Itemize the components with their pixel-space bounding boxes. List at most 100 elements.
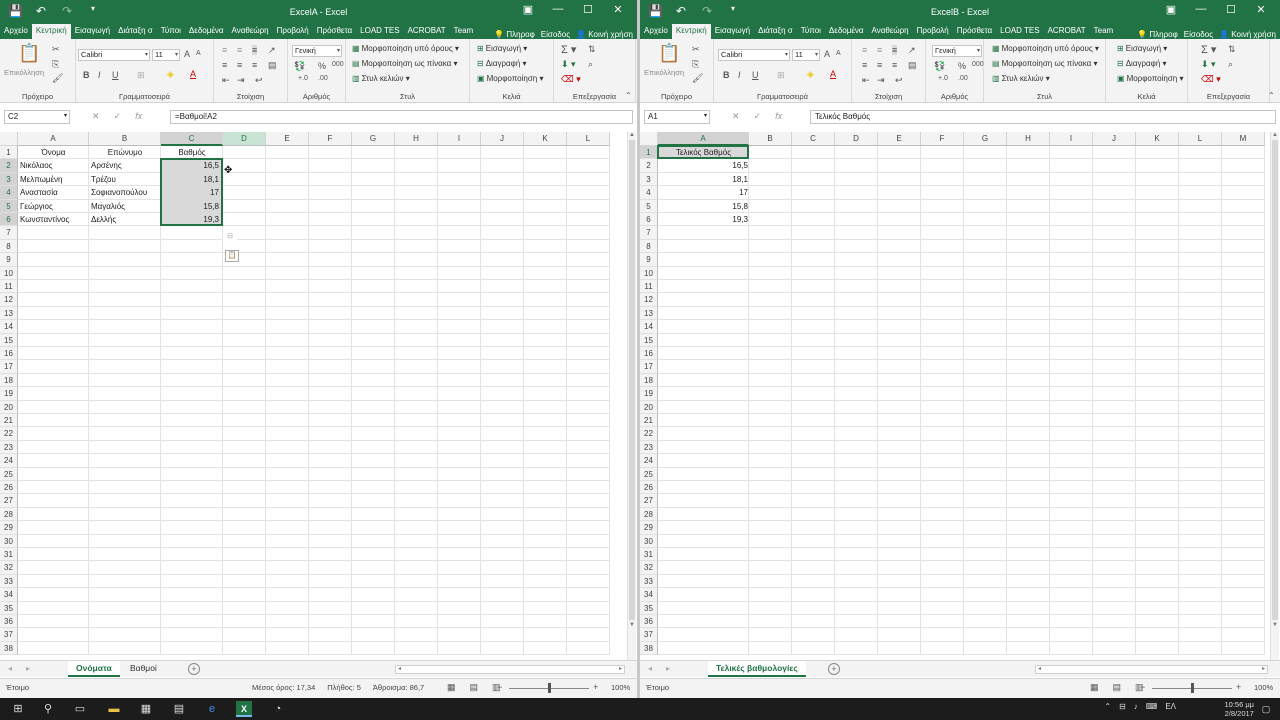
row-header-27[interactable]: 27 [0,494,18,508]
font-color-icon[interactable]: A [830,69,836,79]
zoom-out-icon[interactable]: − [1140,682,1145,692]
format-painter-icon[interactable]: 🖌 [692,73,703,84]
font-size-combo[interactable]: 11 ▾ [792,49,820,61]
align-left-icon[interactable]: ≡ [222,60,227,70]
tab-11[interactable]: Team [1090,24,1118,39]
accounting-icon[interactable]: 💱 [934,61,945,72]
horizontal-scrollbar[interactable]: ◂ ▸ [395,665,625,674]
collapse-ribbon-icon[interactable]: ⌃ [625,91,632,100]
tab-0[interactable]: Αρχείο [0,24,32,39]
row-header-21[interactable]: 21 [0,414,18,428]
sign-in-link[interactable]: Είσοδος [1184,30,1213,39]
row-header-35[interactable]: 35 [0,601,18,615]
align-top-icon[interactable]: ≡ [222,45,227,55]
format-as-table-button[interactable]: ▤ Μορφοποίηση ως πίνακα ▾ [352,59,457,68]
cell-A3[interactable]: Μελπωμένη [18,173,89,186]
cell-A1[interactable]: Τελικός Βαθμός [658,146,749,159]
format-as-table-button[interactable]: ▤ Μορφοποίηση ως πίνακα ▾ [992,59,1097,68]
tell-me-box[interactable]: 💡 Πληροφ [1137,30,1178,39]
zoom-in-icon[interactable]: + [593,682,598,692]
row-header-26[interactable]: 26 [640,481,658,495]
row-header-2[interactable]: 2 [640,159,658,173]
row-header-33[interactable]: 33 [0,574,18,589]
row-header-37[interactable]: 37 [640,628,658,642]
volume-icon[interactable]: ♪ [1134,702,1138,711]
row-header-23[interactable]: 23 [640,440,658,455]
zoom-level[interactable]: 100% [1254,683,1273,692]
cell-A4[interactable]: 17 [658,186,749,199]
scroll-down-icon[interactable]: ▼ [628,622,636,628]
merge-icon[interactable]: ▤ [268,60,277,71]
insert-function-icon[interactable]: fx [135,111,142,122]
next-sheet-icon[interactable]: ▸ [26,664,30,673]
edge-icon[interactable]: e [204,701,220,717]
row-header-29[interactable]: 29 [0,521,18,535]
normal-view-icon[interactable]: ▦ [447,682,456,693]
row-header-3[interactable]: 3 [0,172,18,187]
store-icon[interactable]: ▦ [138,701,154,717]
column-header-F[interactable]: F [309,132,352,146]
increase-decimal-icon[interactable]: +.0 [938,75,948,82]
format-cells-button[interactable]: ▣ Μορφοποίηση ▾ [477,74,543,83]
italic-icon[interactable]: I [738,70,741,80]
tab-5[interactable]: Δεδομένα [185,24,228,39]
horizontal-scrollbar[interactable]: ◂ ▸ [1035,665,1268,674]
share-button[interactable]: 👤 Κοινή χρήση [1219,30,1276,39]
cell-B5[interactable]: Μαγαλιός [89,200,161,213]
paste-button[interactable]: Επικόλληση [644,68,684,77]
number-format-combo[interactable]: Γενική ▾ [292,45,342,57]
row-header-6[interactable]: 6 [640,213,658,227]
row-header-28[interactable]: 28 [0,507,18,522]
number-format-combo[interactable]: Γενική ▾ [932,45,982,57]
orientation-icon[interactable]: ↗ [908,45,916,56]
decrease-indent-icon[interactable]: ⇤ [862,75,870,86]
shrink-font-icon[interactable]: A [196,50,201,57]
column-header-L[interactable]: L [567,132,610,146]
page-layout-icon[interactable]: ▤ [1113,682,1122,693]
scroll-right-icon[interactable]: ▸ [1262,665,1265,672]
column-header-L[interactable]: L [1179,132,1222,146]
wrap-text-icon[interactable]: ↩ [255,75,263,86]
notification-icon[interactable]: ▢ [1258,701,1274,717]
cell-styles-button[interactable]: ▥ Στυλ κελιών ▾ [352,74,410,83]
align-left-icon[interactable]: ≡ [862,60,867,70]
row-header-15[interactable]: 15 [640,333,658,347]
insert-cells-button[interactable]: ⊞ Εισαγωγή ▾ [1117,44,1167,53]
row-header-25[interactable]: 25 [0,467,18,481]
font-color-icon[interactable]: A [190,69,196,79]
increase-indent-icon[interactable]: ⇥ [237,75,245,86]
row-header-18[interactable]: 18 [640,373,658,388]
column-header-D[interactable]: D [223,132,266,146]
row-header-32[interactable]: 32 [0,561,18,575]
percent-icon[interactable]: % [958,61,966,71]
orientation-icon[interactable]: ↗ [268,45,276,56]
tab-11[interactable]: Team [450,24,478,39]
clock[interactable]: 10:56 μμ 2/8/2017 [1225,700,1255,718]
align-bottom-icon[interactable]: ≡ [892,45,898,55]
row-header-17[interactable]: 17 [640,360,658,374]
cut-icon[interactable]: ✂ [692,44,700,55]
scroll-up-icon[interactable]: ▲ [1271,132,1279,138]
column-header-I[interactable]: I [438,132,481,146]
cell-A4[interactable]: Αναστασία [18,186,89,199]
enter-icon[interactable]: ✓ [754,111,762,122]
app-icon[interactable]: ◔ [270,701,286,717]
row-header-13[interactable]: 13 [0,306,18,321]
row-header-1[interactable]: 1 [0,146,18,160]
sheet-tab-0[interactable]: Ονόματα [68,661,120,677]
paste-options-icon[interactable]: 📋 [225,250,239,262]
font-name-combo[interactable]: Calibri ▾ [78,49,150,61]
align-right-icon[interactable]: ≡ [892,60,897,70]
cell-B2[interactable]: Αρσένης [89,159,161,172]
align-top-icon[interactable]: ≡ [862,45,867,55]
italic-icon[interactable]: I [98,70,101,80]
column-header-D[interactable]: D [835,132,878,146]
column-header-E[interactable]: E [266,132,309,146]
scroll-left-icon[interactable]: ◂ [398,665,401,672]
decrease-decimal-icon[interactable]: .00 [958,75,968,82]
align-center-icon[interactable]: ≡ [237,60,242,70]
minimize-icon[interactable]: — [543,3,573,16]
tab-9[interactable]: LOAD TES [356,24,403,39]
row-header-30[interactable]: 30 [0,534,18,548]
cell-C4[interactable]: 17 [161,186,223,199]
